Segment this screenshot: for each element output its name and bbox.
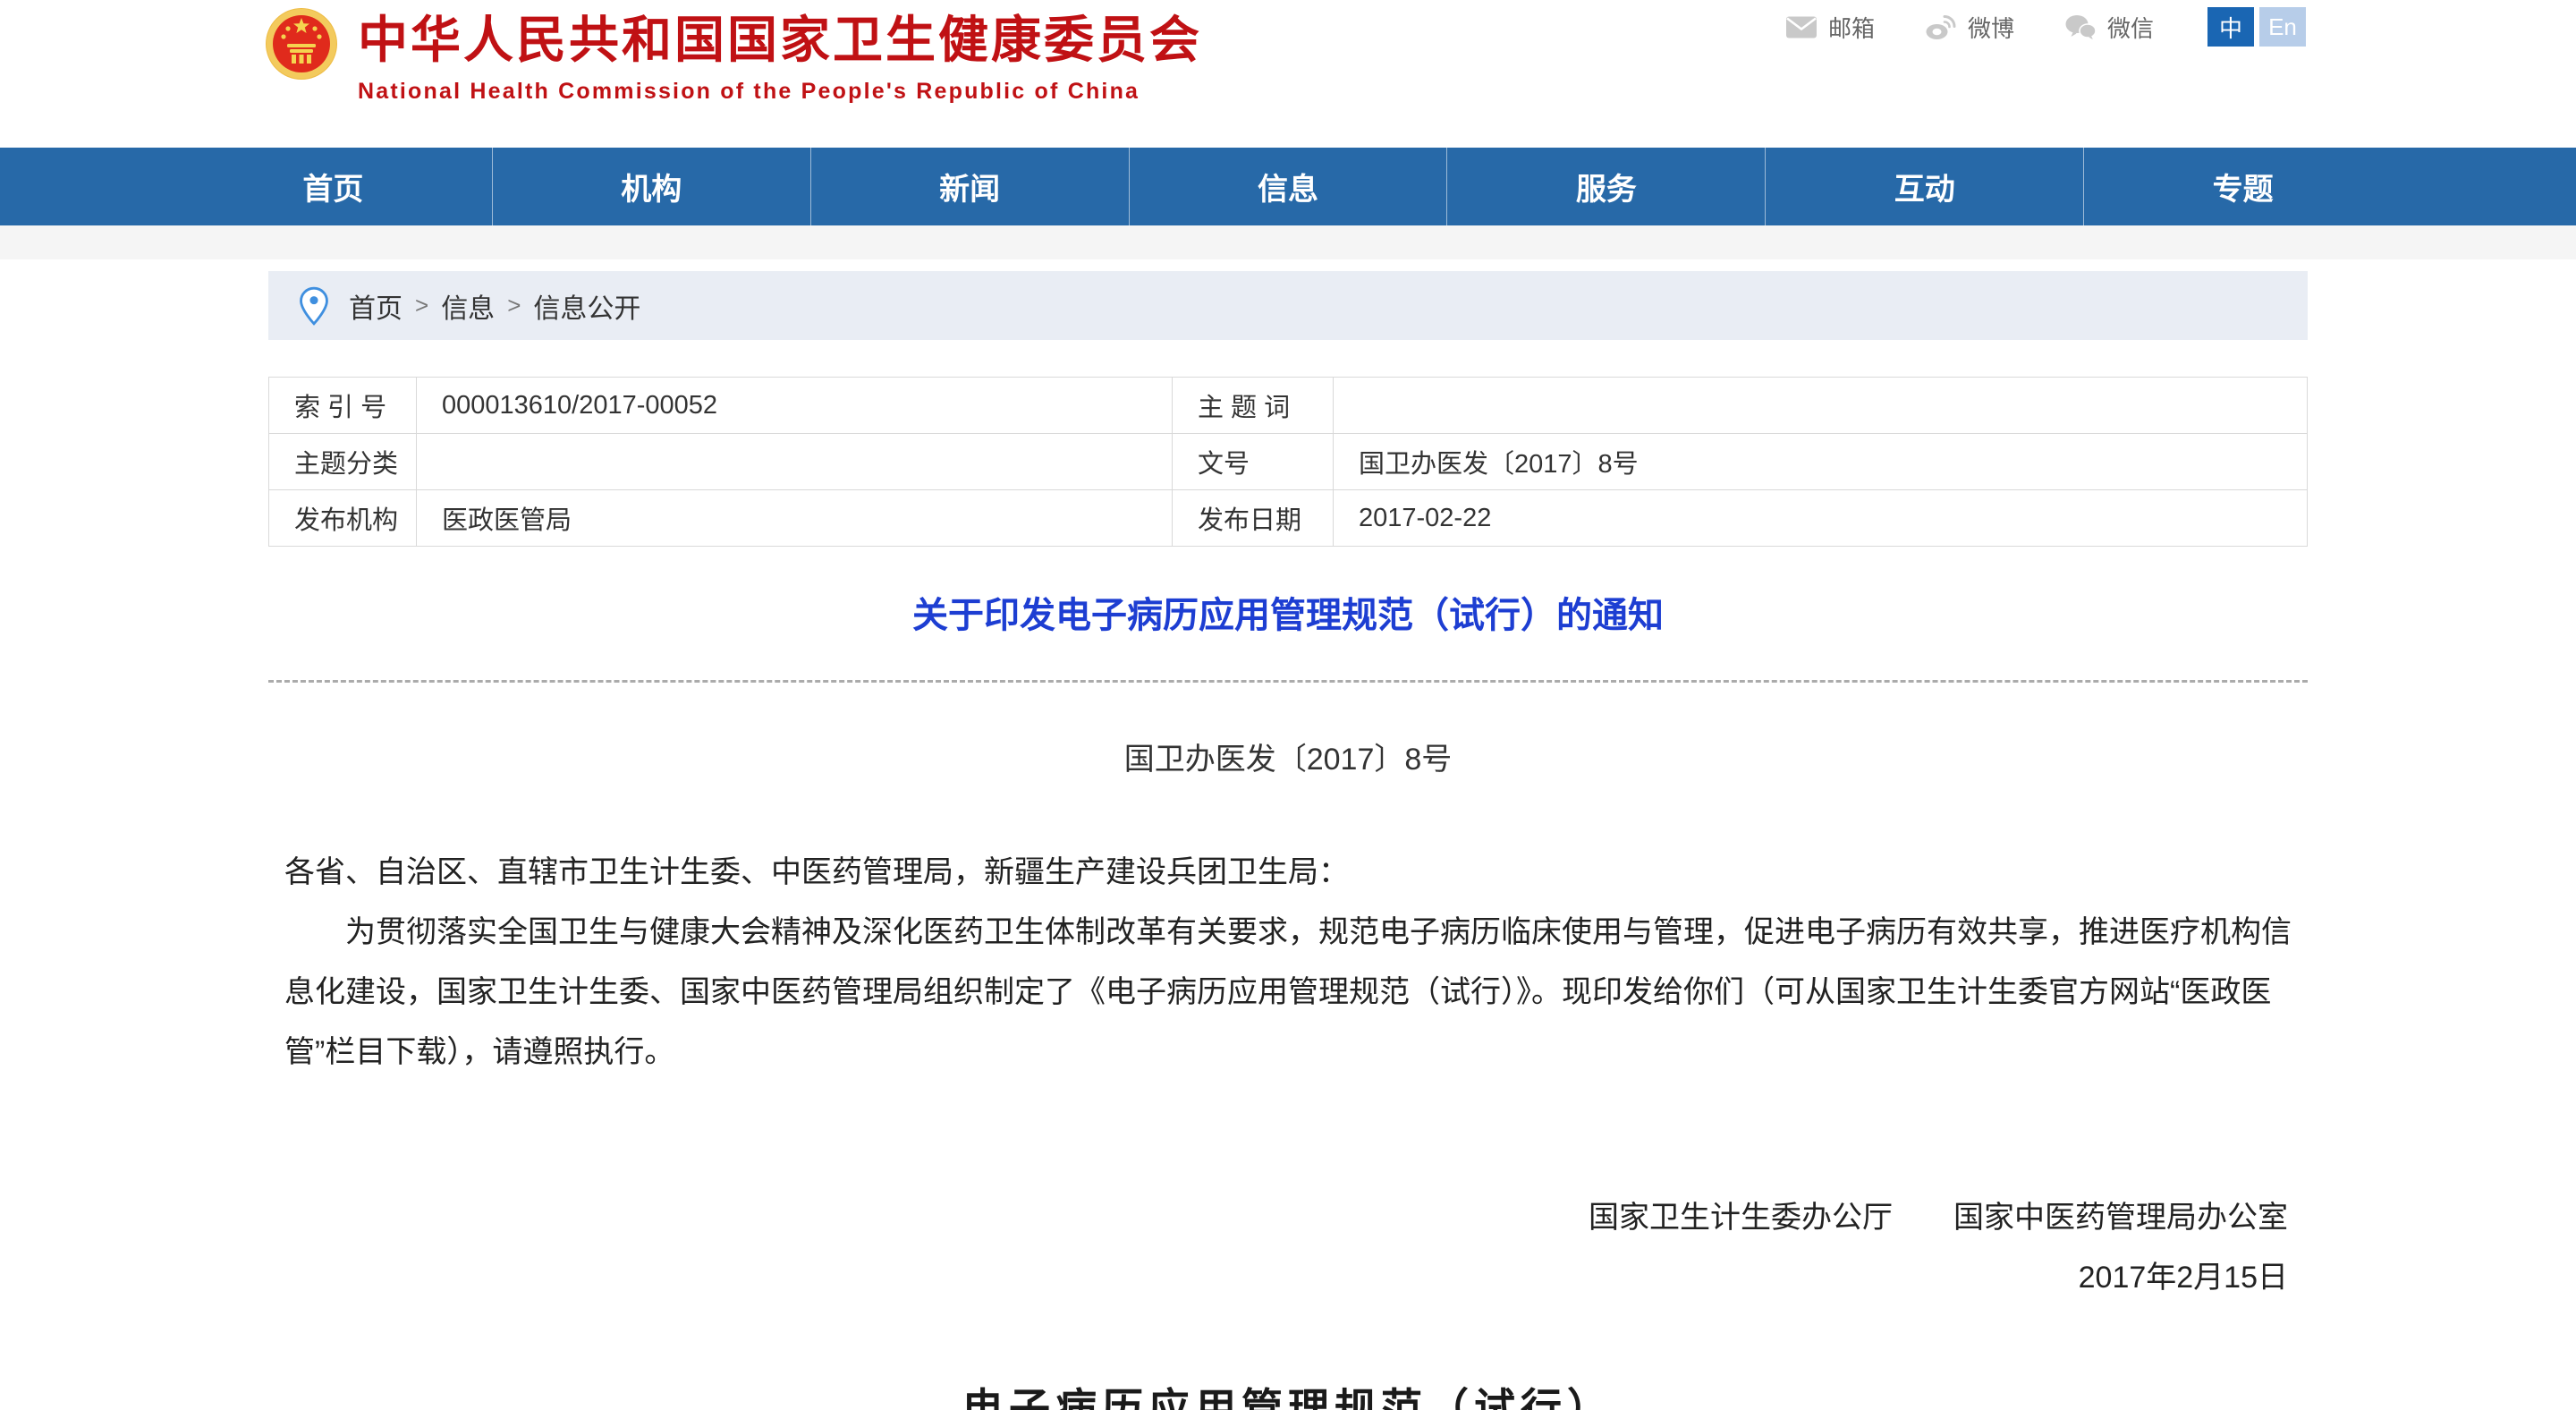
- meta-label-issuing-agency: 发布机构: [269, 490, 417, 547]
- meta-value-subject-words: [1334, 378, 2308, 434]
- nav-item-topics[interactable]: 专题: [2083, 148, 2402, 225]
- weibo-label: 微博: [1968, 11, 2014, 44]
- article-title: 关于印发电子病历应用管理规范（试行）的通知: [268, 586, 2308, 638]
- location-pin-icon: [299, 286, 329, 326]
- content-area: 首页 > 信息 > 信息公开 索 引 号 000013610/2017-0005…: [268, 271, 2308, 1410]
- nav-item-info[interactable]: 信息: [1129, 148, 1447, 225]
- document-meta-table: 索 引 号 000013610/2017-00052 主 题 词 主题分类 文号…: [268, 377, 2308, 547]
- breadcrumb-separator: >: [507, 292, 521, 319]
- breadcrumb-link-home[interactable]: 首页: [349, 286, 402, 326]
- dashed-separator: [268, 680, 2308, 683]
- article-body: 各省、自治区、直辖市卫生计生委、中医药管理局，新疆生产建设兵团卫生局： 为贯彻落…: [268, 843, 2308, 1083]
- site-subtitle: National Health Commission of the People…: [358, 79, 1202, 105]
- meta-label-subject-words: 主 题 词: [1173, 378, 1334, 434]
- lang-en-button[interactable]: En: [2259, 7, 2306, 47]
- meta-label-category: 主题分类: [269, 434, 417, 490]
- wechat-link[interactable]: 微信: [2064, 11, 2154, 44]
- meta-value-category: [417, 434, 1173, 490]
- national-emblem-logo: [265, 7, 338, 81]
- table-row: 索 引 号 000013610/2017-00052 主 题 词: [269, 378, 2308, 434]
- breadcrumb-separator: >: [415, 292, 428, 319]
- nav-item-orgs[interactable]: 机构: [492, 148, 810, 225]
- site-header: 中华人民共和国国家卫生健康委员会 National Health Commiss…: [0, 0, 2576, 148]
- wechat-label: 微信: [2107, 11, 2154, 44]
- article-signature: 国家卫生计生委办公厅 国家中医药管理局办公室 2017年2月15日: [268, 1188, 2308, 1308]
- subnav-strip: [0, 225, 2576, 259]
- mail-icon: [1785, 15, 1818, 39]
- meta-label-publish-date: 发布日期: [1173, 490, 1334, 547]
- nav-item-news[interactable]: 新闻: [810, 148, 1129, 225]
- table-row: 主题分类 文号 国卫办医发〔2017〕8号: [269, 434, 2308, 490]
- breadcrumb-link-info[interactable]: 信息: [441, 286, 495, 326]
- weibo-link[interactable]: 微博: [1925, 11, 2014, 44]
- nav-item-services[interactable]: 服务: [1446, 148, 1765, 225]
- site-brand: 中华人民共和国国家卫生健康委员会 National Health Commiss…: [265, 7, 1202, 105]
- nav-item-interact[interactable]: 互动: [1765, 148, 2083, 225]
- article-doc-number: 国卫办医发〔2017〕8号: [268, 735, 2308, 778]
- meta-label-doc-number: 文号: [1173, 434, 1334, 490]
- weibo-icon: [1925, 13, 1957, 40]
- header-quick-links: 邮箱 微博 微信 中: [1735, 7, 2306, 47]
- attachment-title: 电子病历应用管理规范（试行）: [268, 1376, 2308, 1410]
- meta-label-index-number: 索 引 号: [269, 378, 417, 434]
- article-salutation: 各省、自治区、直辖市卫生计生委、中医药管理局，新疆生产建设兵团卫生局：: [284, 843, 2292, 903]
- wechat-icon: [2064, 13, 2097, 40]
- signature-organizations: 国家卫生计生委办公厅 国家中医药管理局办公室: [268, 1188, 2288, 1248]
- site-title: 中华人民共和国国家卫生健康委员会: [358, 13, 1202, 68]
- lang-zh-button[interactable]: 中: [2207, 7, 2254, 47]
- meta-value-index-number: 000013610/2017-00052: [417, 378, 1173, 434]
- brand-text: 中华人民共和国国家卫生健康委员会 National Health Commiss…: [358, 7, 1202, 105]
- table-row: 发布机构 医政医管局 发布日期 2017-02-22: [269, 490, 2308, 547]
- main-nav-inner: 首页 机构 新闻 信息 服务 互动 专题: [174, 148, 2402, 225]
- breadcrumb: 首页 > 信息 > 信息公开: [268, 271, 2308, 340]
- language-switcher: 中 En: [2207, 7, 2306, 47]
- meta-value-publish-date: 2017-02-22: [1334, 490, 2308, 547]
- meta-value-doc-number: 国卫办医发〔2017〕8号: [1334, 434, 2308, 490]
- main-nav: 首页 机构 新闻 信息 服务 互动 专题: [0, 148, 2576, 225]
- meta-value-issuing-agency: 医政医管局: [417, 490, 1173, 547]
- mail-link[interactable]: 邮箱: [1785, 11, 1875, 44]
- mail-label: 邮箱: [1828, 11, 1875, 44]
- signature-date: 2017年2月15日: [268, 1248, 2288, 1308]
- nav-item-home[interactable]: 首页: [174, 148, 492, 225]
- breadcrumb-current: 信息公开: [533, 286, 640, 326]
- article-paragraph: 为贯彻落实全国卫生与健康大会精神及深化医药卫生体制改革有关要求，规范电子病历临床…: [284, 903, 2292, 1083]
- page: 中华人民共和国国家卫生健康委员会 National Health Commiss…: [0, 0, 2576, 1410]
